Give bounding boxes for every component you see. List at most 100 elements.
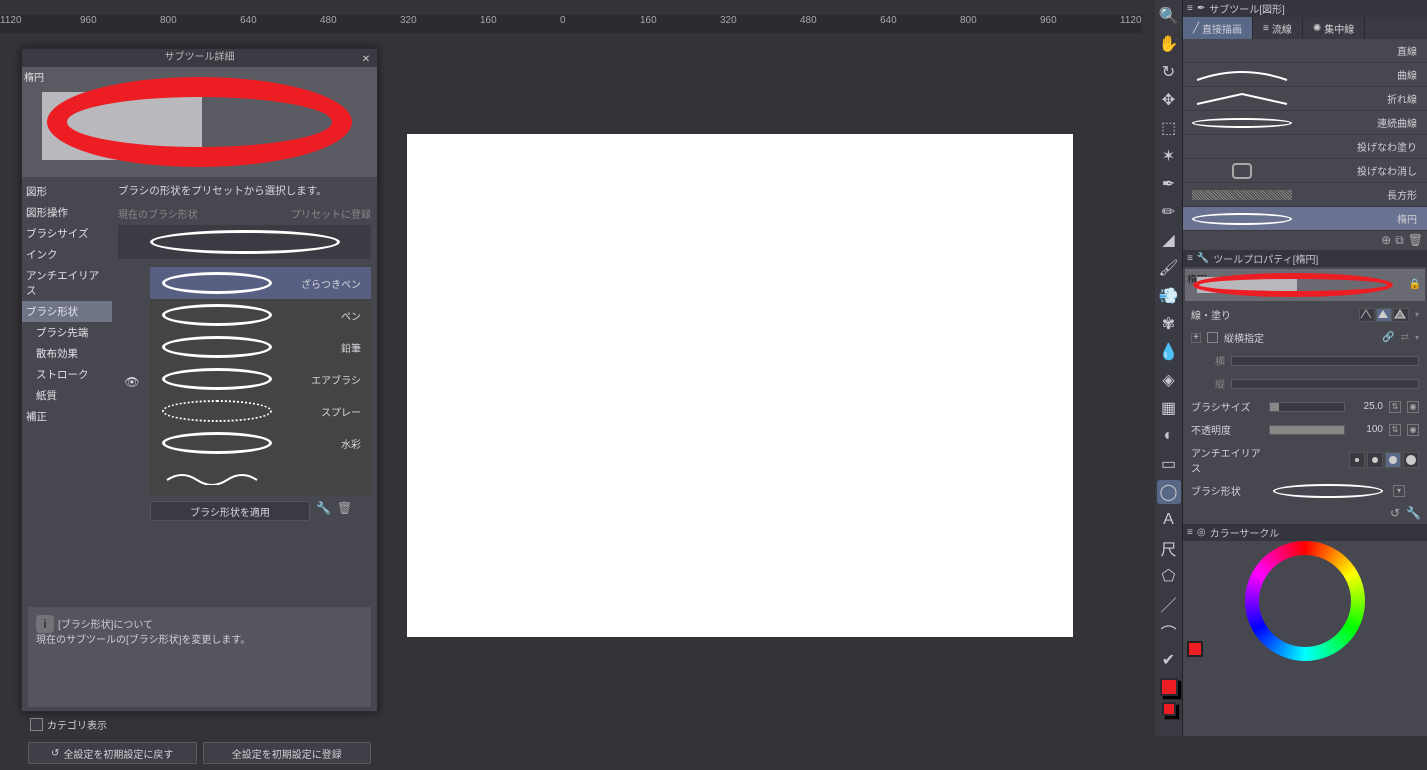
tab-focus[interactable]: ✺集中線 — [1303, 17, 1365, 39]
subtool-detail-dialog: サブツール詳細 ✕ 楕円 図形 図形操作 ブラシサイズ インク アンチエイリアス… — [21, 48, 378, 712]
cat-shape[interactable]: 図形 — [22, 181, 112, 202]
move-tool-icon[interactable]: ✥ — [1157, 88, 1181, 112]
duplicate-subtool-icon[interactable]: ⧉ — [1395, 233, 1404, 248]
close-icon[interactable]: ✕ — [359, 51, 373, 65]
prop-brush-size[interactable]: ブラシサイズ25.0⇅◉ — [1183, 395, 1427, 418]
brush-tool-icon[interactable]: 🖌 — [1157, 256, 1181, 280]
pencil-tool-icon[interactable]: ✏ — [1157, 200, 1181, 224]
add-subtool-icon[interactable]: ⊕ — [1381, 233, 1391, 248]
cat-scatter[interactable]: 散布効果 — [22, 343, 112, 364]
cat-brush-size[interactable]: ブラシサイズ — [22, 223, 112, 244]
prop-opacity[interactable]: 不透明度100⇅◉ — [1183, 418, 1427, 441]
line-fill-toggle[interactable] — [1359, 308, 1409, 322]
color-swatch-icon[interactable] — [1187, 641, 1203, 657]
blur-tool-icon[interactable]: ◐ — [1157, 424, 1181, 448]
subtool-item[interactable]: 曲線 — [1183, 63, 1427, 87]
clock-icon[interactable]: ↺ — [1390, 506, 1400, 520]
subtool-panel-header[interactable]: ≡ ✒ サブツール[図形] — [1183, 0, 1427, 17]
ruler-tool-icon[interactable]: 尺 — [1157, 536, 1181, 560]
deco-tool-icon[interactable]: ✾ — [1157, 312, 1181, 336]
secondary-color-swatch[interactable] — [1162, 702, 1176, 716]
shape-ellipse-tool-icon[interactable]: ◯ — [1157, 480, 1181, 504]
zoom-tool-icon[interactable]: 🔍 — [1157, 4, 1181, 28]
preset-item[interactable] — [150, 459, 371, 491]
subtool-item[interactable]: 投げなわ消し — [1183, 159, 1427, 183]
wrench-icon[interactable]: 🔧 — [316, 501, 331, 515]
airbrush-tool-icon[interactable]: 💨 — [1157, 284, 1181, 308]
prop-brush-shape[interactable]: ブラシ形状▾ — [1183, 479, 1427, 502]
tool-property-header[interactable]: ≡ 🔧 ツールプロパティ[楕円] — [1183, 250, 1427, 267]
subtool-item-selected[interactable]: 楕円 — [1183, 207, 1427, 231]
cat-shape-op[interactable]: 図形操作 — [22, 202, 112, 223]
prop-aspect[interactable]: + 縦横指定 🔗 ⇄ ▾ — [1183, 326, 1427, 349]
subtool-item[interactable]: 連続曲線 — [1183, 111, 1427, 135]
color-circle[interactable] — [1183, 541, 1427, 661]
line-tool-icon[interactable]: ／ — [1157, 592, 1181, 616]
hand-tool-icon[interactable]: ✋ — [1157, 32, 1181, 56]
curve-tool-icon[interactable]: ⌒ — [1157, 620, 1181, 644]
preset-item[interactable]: スプレー — [150, 395, 371, 427]
canvas-area[interactable] — [407, 134, 1073, 637]
polygon-tool-icon[interactable]: ⬠ — [1157, 564, 1181, 588]
subtool-item[interactable]: 長方形 — [1183, 183, 1427, 207]
pen-tool-icon[interactable]: ✒ — [1157, 172, 1181, 196]
cat-correction[interactable]: 補正 — [22, 406, 112, 427]
color-panel-header[interactable]: ≡ ◎ カラーサークル — [1183, 524, 1427, 541]
burst-icon: ✺ — [1313, 23, 1321, 34]
prop-line-fill: 線・塗り ▾ — [1183, 303, 1427, 326]
fill-tool-icon[interactable]: ◈ — [1157, 368, 1181, 392]
line-icon: ╱ — [1193, 23, 1199, 34]
subtool-list: 直線 曲線 折れ線 連続曲線 投げなわ塗り 投げなわ消し 長方形 楕円 — [1183, 39, 1427, 231]
cat-ink[interactable]: インク — [22, 244, 112, 265]
prop-width[interactable]: 横 — [1183, 349, 1427, 372]
cat-brush-shape[interactable]: ブラシ形状 — [22, 301, 112, 322]
subtool-tabs: ╱直接描画 ≡流線 ✺集中線 — [1183, 17, 1427, 39]
swap-icon[interactable]: ⇄ — [1401, 332, 1409, 343]
marquee-tool-icon[interactable]: ⬚ — [1157, 116, 1181, 140]
shape-rect-tool-icon[interactable]: ▭ — [1157, 452, 1181, 476]
cat-paper[interactable]: 紙質 — [22, 385, 112, 406]
info-box: i[ブラシ形状]について 現在のサブツールの[ブラシ形状]を変更します。 — [28, 607, 371, 707]
category-show-checkbox[interactable]: カテゴリ表示 — [28, 713, 371, 736]
subtool-item[interactable]: 折れ線 — [1183, 87, 1427, 111]
preset-item[interactable]: エアブラシ — [150, 363, 371, 395]
blend-tool-icon[interactable]: 💧 — [1157, 340, 1181, 364]
eye-icon[interactable]: 👁 — [124, 375, 139, 389]
reset-all-button[interactable]: ↺全設定を初期設定に戻す — [28, 742, 197, 764]
trash-icon[interactable]: 🗑 — [337, 501, 352, 515]
correct-tool-icon[interactable]: ✔ — [1157, 648, 1181, 672]
delete-subtool-icon[interactable]: 🗑 — [1408, 233, 1423, 248]
preset-item[interactable]: 水彩 — [150, 427, 371, 459]
settings-icon[interactable]: 🔧 — [1406, 506, 1421, 520]
brush-preset-list[interactable]: ざらつきペン ペン 鉛筆 エアブラシ スプレー 水彩 — [150, 265, 371, 495]
lines-icon: ≡ — [1263, 23, 1269, 34]
eraser-tool-icon[interactable]: ◢ — [1157, 228, 1181, 252]
expand-icon[interactable]: + — [1191, 333, 1201, 343]
link-icon[interactable]: 🔗 — [1382, 332, 1394, 343]
cat-brush-tip[interactable]: ブラシ先端 — [22, 322, 112, 343]
foreground-color-swatch[interactable] — [1160, 678, 1178, 696]
subtool-item[interactable]: 直線 — [1183, 39, 1427, 63]
horizontal-ruler: 1120960800640480320160016032048064080096… — [0, 15, 1142, 33]
register-preset-link[interactable]: プリセットに登録 — [291, 206, 371, 221]
lock-icon[interactable]: 🔒 — [1409, 279, 1421, 290]
dialog-title-bar[interactable]: サブツール詳細 ✕ — [22, 49, 377, 67]
rotate-tool-icon[interactable]: ↻ — [1157, 60, 1181, 84]
apply-brush-shape-button[interactable]: ブラシ形状を適用 — [150, 501, 310, 521]
save-all-button[interactable]: 全設定を初期設定に登録 — [203, 742, 372, 764]
wrench-icon: 🔧 — [1197, 253, 1209, 264]
gradient-tool-icon[interactable]: ▦ — [1157, 396, 1181, 420]
preset-item[interactable]: 鉛筆 — [150, 331, 371, 363]
preset-item[interactable]: ざらつきペン — [150, 267, 371, 299]
subtool-item[interactable]: 投げなわ塗り — [1183, 135, 1427, 159]
text-tool-icon[interactable]: A — [1157, 508, 1181, 532]
prop-antialias[interactable]: アンチエイリアス — [1183, 441, 1427, 479]
wand-tool-icon[interactable]: ✶ — [1157, 144, 1181, 168]
tab-stream[interactable]: ≡流線 — [1253, 17, 1303, 39]
cat-antialias[interactable]: アンチエイリアス — [22, 265, 112, 301]
cat-stroke[interactable]: ストローク — [22, 364, 112, 385]
prop-height[interactable]: 縦 — [1183, 372, 1427, 395]
current-brush-shape — [118, 225, 371, 259]
tab-direct-draw[interactable]: ╱直接描画 — [1183, 17, 1253, 39]
preset-item[interactable]: ペン — [150, 299, 371, 331]
